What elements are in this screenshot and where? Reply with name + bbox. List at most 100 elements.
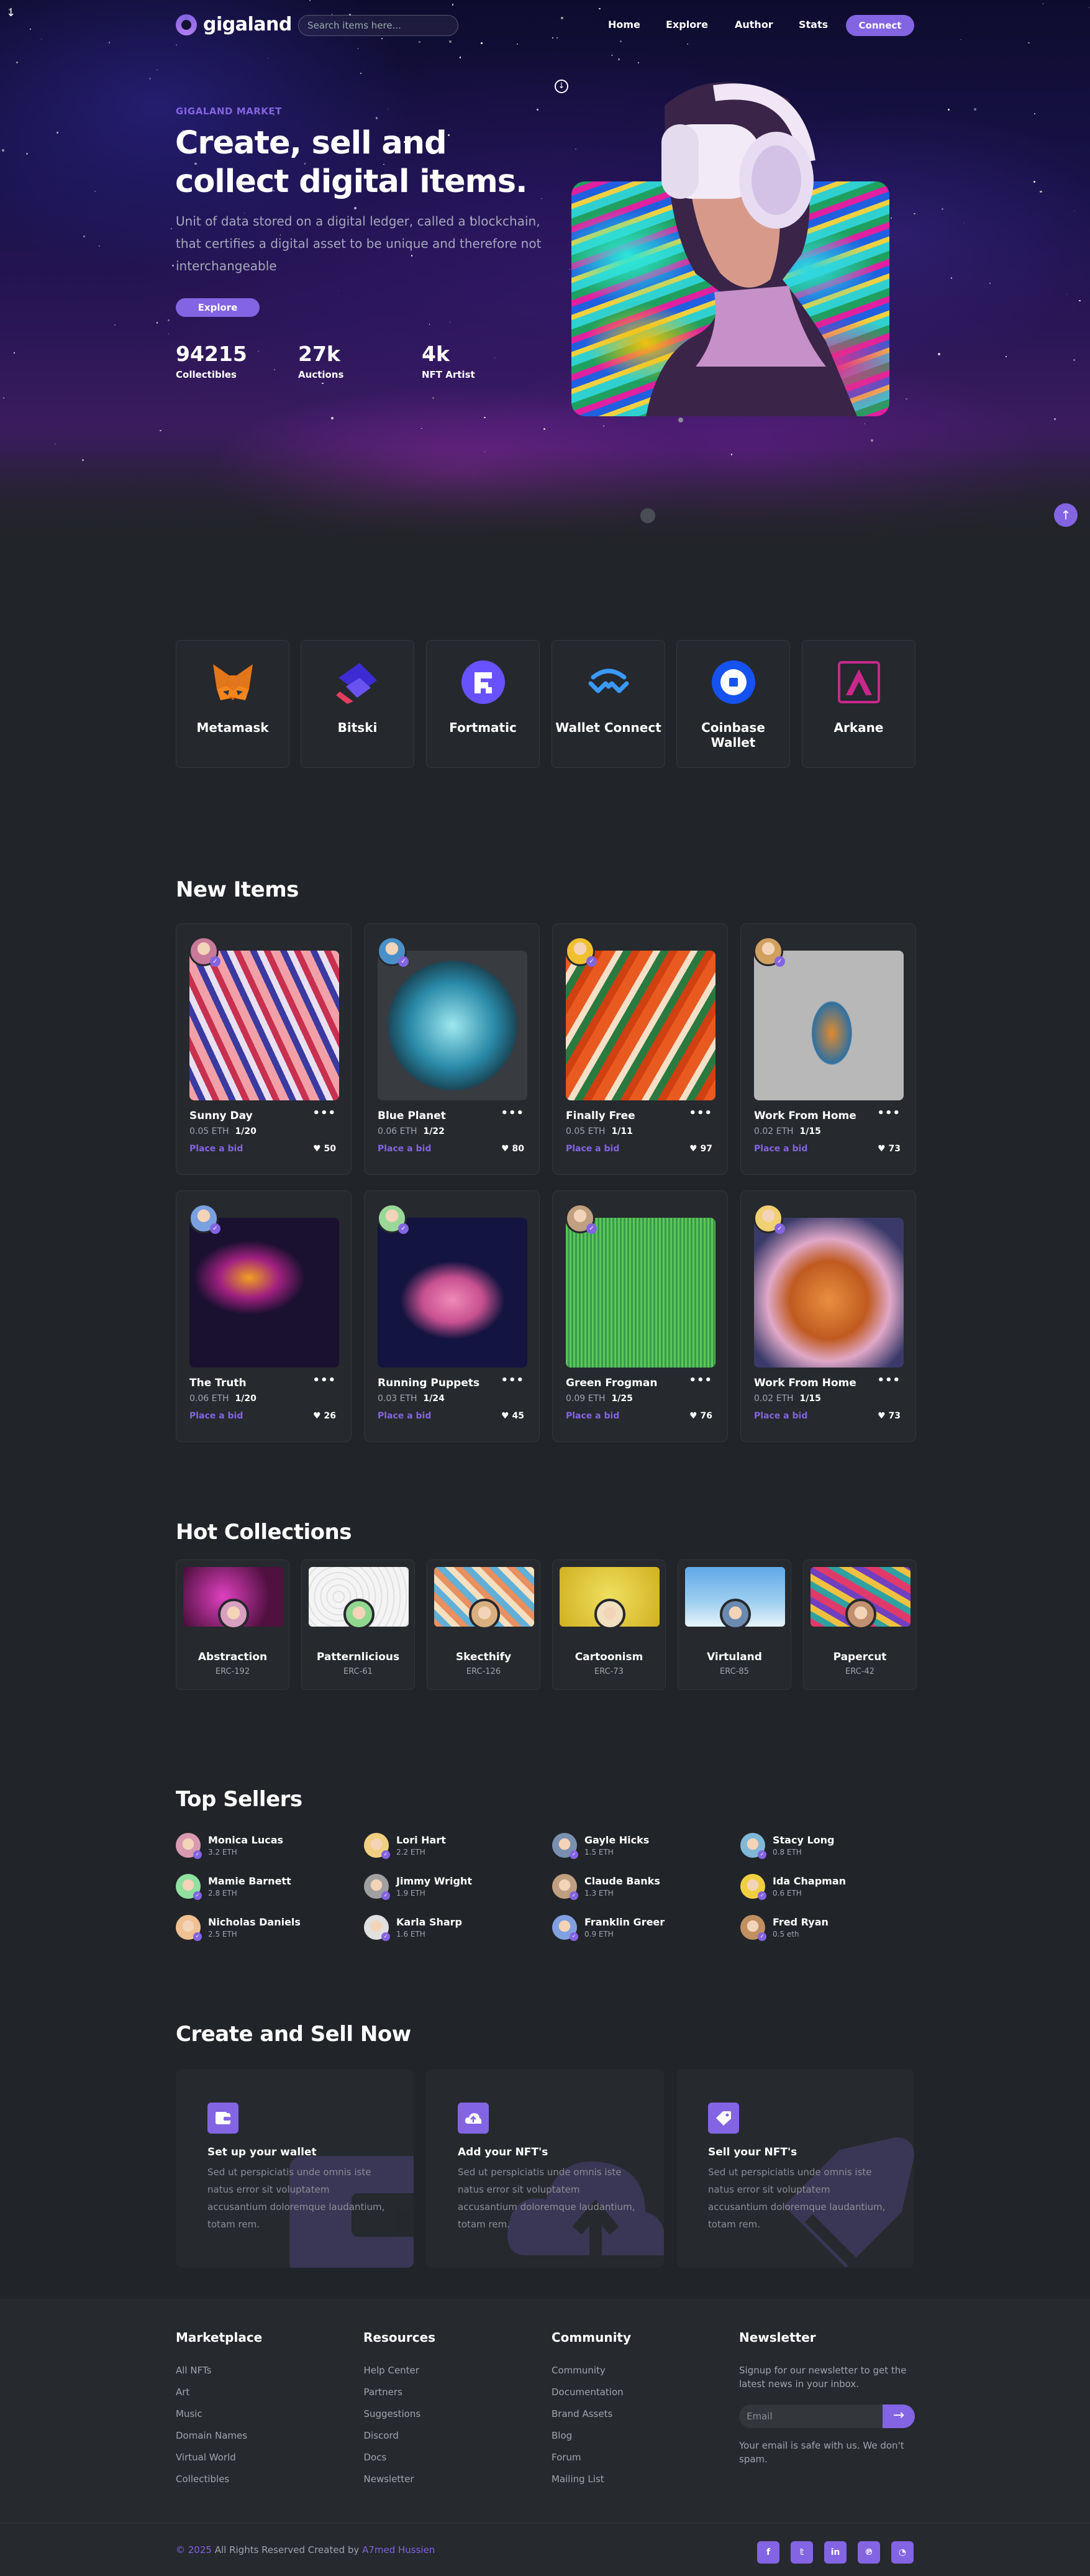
likes[interactable]: ♥ 45 — [501, 1411, 524, 1421]
place-bid-link[interactable]: Place a bid — [566, 1144, 619, 1154]
nav-stats[interactable]: Stats — [799, 19, 828, 30]
seller-item[interactable]: ✓ Claude Banks 1.3 ETH — [552, 1873, 726, 1901]
more-options-icon[interactable]: ••• — [689, 1374, 712, 1387]
seller-item[interactable]: ✓ Gayle Hicks 1.5 ETH — [552, 1832, 726, 1860]
nft-item-card[interactable]: ✓ Work From Home ••• 0.02 ETH 1/15 Place … — [740, 923, 916, 1175]
logo[interactable]: gigaland — [176, 14, 292, 35]
scroll-down-icon[interactable]: ↓ — [555, 80, 568, 93]
footer-link[interactable]: Suggestions — [364, 2408, 421, 2419]
seller-item[interactable]: ✓ Monica Lucas 3.2 ETH — [176, 1832, 350, 1860]
explore-button[interactable]: Explore — [176, 298, 260, 317]
wallet-card-bitski[interactable]: Bitski — [301, 640, 414, 768]
card-setup-wallet[interactable]: Set up your wallet Sed ut perspiciatis u… — [176, 2069, 414, 2268]
footer-link[interactable]: Collectibles — [176, 2473, 229, 2485]
nav-author[interactable]: Author — [735, 19, 773, 30]
footer-link[interactable]: Discord — [364, 2430, 399, 2441]
footer-link[interactable]: Docs — [364, 2452, 387, 2463]
more-options-icon[interactable]: ••• — [501, 1374, 524, 1387]
wallet-card-arkane[interactable]: Arkane — [802, 640, 915, 768]
place-bid-link[interactable]: Place a bid — [754, 1411, 807, 1421]
footer-link[interactable]: Domain Names — [176, 2430, 247, 2441]
rss-icon[interactable]: ◔ — [891, 2541, 914, 2564]
likes[interactable]: ♥ 50 — [313, 1144, 336, 1154]
footer-link[interactable]: Community — [552, 2365, 606, 2376]
facebook-icon[interactable]: f — [757, 2541, 779, 2564]
nav-home[interactable]: Home — [608, 19, 640, 30]
place-bid-link[interactable]: Place a bid — [189, 1411, 243, 1421]
footer-link[interactable]: Art — [176, 2386, 189, 2398]
card-sell-nft[interactable]: Sell your NFT's Sed ut perspiciatis unde… — [676, 2069, 914, 2268]
place-bid-link[interactable]: Place a bid — [189, 1144, 243, 1154]
download-arrow-icon[interactable]: ↓ — [6, 6, 16, 19]
seller-item[interactable]: ✓ Lori Hart 2.2 ETH — [364, 1832, 538, 1860]
pinterest-icon[interactable]: ℗ — [858, 2541, 880, 2564]
footer-link[interactable]: Partners — [364, 2386, 402, 2398]
nav-explore[interactable]: Explore — [666, 19, 708, 30]
seller-item[interactable]: ✓ Nicholas Daniels 2.5 ETH — [176, 1914, 350, 1942]
more-options-icon[interactable]: ••• — [501, 1107, 524, 1120]
seller-item[interactable]: ✓ Fred Ryan 0.5 eth — [740, 1914, 914, 1942]
footer-link[interactable]: Blog — [552, 2430, 572, 2441]
footer-link[interactable]: Help Center — [364, 2365, 419, 2376]
footer-link[interactable]: Documentation — [552, 2386, 624, 2398]
place-bid-link[interactable]: Place a bid — [378, 1411, 431, 1421]
nft-item-card[interactable]: ✓ Green Frogman ••• 0.09 ETH 1/25 Place a… — [552, 1190, 728, 1442]
wallet-card-fortmatic[interactable]: Fortmatic — [426, 640, 540, 768]
nft-image[interactable] — [189, 951, 339, 1100]
footer-link[interactable]: Forum — [552, 2452, 581, 2463]
nft-image[interactable] — [189, 1218, 339, 1368]
twitter-icon[interactable]: 𝕥 — [791, 2541, 813, 2564]
place-bid-link[interactable]: Place a bid — [754, 1144, 807, 1154]
card-add-nft[interactable]: Add your NFT's Sed ut perspiciatis unde … — [426, 2069, 664, 2268]
likes[interactable]: ♥ 97 — [689, 1144, 712, 1154]
nft-item-card[interactable]: ✓ Blue Planet ••• 0.06 ETH 1/22 Place a b… — [364, 923, 540, 1175]
nft-image[interactable] — [378, 1218, 527, 1368]
collection-card[interactable]: Virtuland ERC-85 — [678, 1560, 791, 1690]
carousel-dot[interactable] — [678, 418, 683, 422]
nft-item-card[interactable]: ✓ Sunny Day ••• 0.05 ETH 1/20 Place a bid… — [176, 923, 352, 1175]
seller-item[interactable]: ✓ Franklin Greer 0.9 ETH — [552, 1914, 726, 1942]
likes[interactable]: ♥ 73 — [878, 1144, 901, 1154]
newsletter-submit-arrow-icon[interactable]: → — [883, 2405, 915, 2428]
collection-card[interactable]: Cartoonism ERC-73 — [552, 1560, 666, 1690]
collection-card[interactable]: Skecthify ERC-126 — [427, 1560, 540, 1690]
likes[interactable]: ♥ 76 — [689, 1411, 712, 1421]
search-input[interactable] — [298, 15, 458, 36]
footer-link[interactable]: Mailing List — [552, 2473, 604, 2485]
more-options-icon[interactable]: ••• — [312, 1374, 336, 1387]
nft-item-card[interactable]: ✓ Finally Free ••• 0.05 ETH 1/11 Place a … — [552, 923, 728, 1175]
footer-link[interactable]: All NFTs — [176, 2365, 211, 2376]
carousel-dot-active[interactable] — [640, 508, 655, 523]
footer-link[interactable]: Virtual World — [176, 2452, 236, 2463]
seller-item[interactable]: ✓ Stacy Long 0.8 ETH — [740, 1832, 914, 1860]
likes[interactable]: ♥ 80 — [501, 1144, 524, 1154]
nft-image[interactable] — [754, 1218, 904, 1368]
more-options-icon[interactable]: ••• — [877, 1107, 901, 1120]
likes[interactable]: ♥ 73 — [878, 1411, 901, 1421]
nft-image[interactable] — [566, 1218, 715, 1368]
wallet-card-coinbase[interactable]: Coinbase Wallet — [676, 640, 790, 768]
nft-image[interactable] — [566, 951, 715, 1100]
collection-card[interactable]: Patternlicious ERC-61 — [301, 1560, 415, 1690]
collection-card[interactable]: Papercut ERC-42 — [803, 1560, 917, 1690]
place-bid-link[interactable]: Place a bid — [378, 1144, 431, 1154]
seller-item[interactable]: ✓ Jimmy Wright 1.9 ETH — [364, 1873, 538, 1901]
linkedin-icon[interactable]: in — [824, 2541, 847, 2564]
scroll-to-top-button[interactable]: ↑ — [1054, 503, 1078, 527]
footer-link[interactable]: Newsletter — [364, 2473, 414, 2485]
author-link[interactable]: A7med Hussien — [362, 2544, 435, 2555]
more-options-icon[interactable]: ••• — [312, 1107, 336, 1120]
footer-link[interactable]: Music — [176, 2408, 202, 2419]
seller-item[interactable]: ✓ Ida Chapman 0.6 ETH — [740, 1873, 914, 1901]
connect-button[interactable]: Connect — [846, 15, 914, 36]
nft-item-card[interactable]: ✓ Running Puppets ••• 0.03 ETH 1/24 Place… — [364, 1190, 540, 1442]
wallet-card-walletconnect[interactable]: Wallet Connect — [552, 640, 665, 768]
newsletter-email-input[interactable] — [739, 2405, 883, 2428]
nft-image[interactable] — [378, 951, 527, 1100]
more-options-icon[interactable]: ••• — [689, 1107, 712, 1120]
wallet-card-metamask[interactable]: Metamask — [176, 640, 289, 768]
likes[interactable]: ♥ 26 — [313, 1411, 336, 1421]
more-options-icon[interactable]: ••• — [877, 1374, 901, 1387]
place-bid-link[interactable]: Place a bid — [566, 1411, 619, 1421]
nft-item-card[interactable]: ✓ Work From Home ••• 0.02 ETH 1/15 Place … — [740, 1190, 916, 1442]
